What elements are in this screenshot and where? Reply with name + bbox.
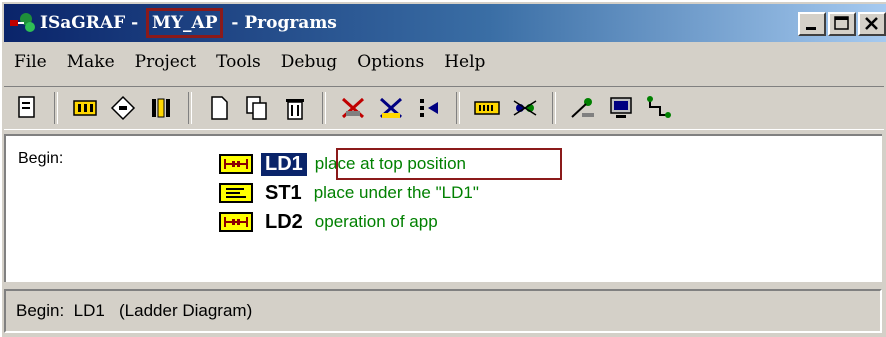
dictionary-icon[interactable] [70, 93, 100, 123]
program-name: LD2 [265, 210, 303, 233]
window-controls [798, 12, 886, 36]
menu-debug[interactable]: Debug [271, 52, 347, 72]
menu-options[interactable]: Options [347, 52, 434, 72]
section-label-begin: Begin: [18, 150, 64, 167]
toolbar-separator [54, 92, 58, 124]
io-connection-icon[interactable] [146, 93, 176, 123]
structured-text-icon [219, 183, 253, 203]
link-icon[interactable] [108, 93, 138, 123]
new-program-icon[interactable] [204, 93, 234, 123]
ladder-diagram-icon [219, 212, 253, 232]
isagraf-programs-window: ISaGRAF - MY_AP - Programs File Make Pro… [0, 0, 886, 337]
copy-icon[interactable] [242, 93, 272, 123]
close-button[interactable] [858, 12, 886, 36]
toolbar-separator [552, 92, 556, 124]
maximize-icon [834, 16, 849, 30]
program-item-ld2[interactable]: LD2 operation of app [219, 207, 438, 237]
minimize-button[interactable] [798, 12, 826, 36]
connect-icon[interactable] [644, 93, 674, 123]
menu-project[interactable]: Project [125, 52, 206, 72]
toolbar-separator [456, 92, 460, 124]
menu-bar: File Make Project Tools Debug Options He… [4, 44, 886, 80]
delete-icon[interactable] [280, 93, 310, 123]
status-bar: Begin: LD1 (Ladder Diagram) [4, 289, 882, 333]
toolbar [4, 86, 884, 130]
toolbar-separator [188, 92, 192, 124]
verify-icon[interactable] [376, 93, 406, 123]
maximize-button[interactable] [828, 12, 856, 36]
program-list[interactable]: Begin: LD1 place at top position ST1 pla… [4, 134, 882, 282]
close-icon [865, 17, 878, 30]
menu-make[interactable]: Make [57, 52, 125, 72]
isagraf-app-icon[interactable] [8, 10, 38, 36]
program-description: place under the "LD1" [313, 183, 479, 202]
program-description: operation of app [314, 212, 438, 231]
project-name-highlight: MY_AP [146, 8, 224, 38]
toolbar-separator [322, 92, 326, 124]
monitor-icon[interactable] [606, 93, 636, 123]
step-icon[interactable] [414, 93, 444, 123]
menu-tools[interactable]: Tools [206, 52, 271, 72]
download-icon[interactable] [568, 93, 598, 123]
debug-icon[interactable] [510, 93, 540, 123]
properties-icon[interactable] [12, 93, 42, 123]
program-item-st1[interactable]: ST1 place under the "LD1" [219, 178, 479, 208]
minimize-icon [806, 27, 816, 30]
program-name: ST1 [265, 181, 302, 204]
program-name: LD1 [261, 152, 307, 176]
window-title: ISaGRAF - MY_AP - Programs [40, 8, 337, 38]
title-bar[interactable]: ISaGRAF - MY_AP - Programs [4, 4, 886, 42]
ladder-diagram-icon [219, 154, 253, 174]
make-icon[interactable] [338, 93, 368, 123]
menu-file[interactable]: File [4, 52, 57, 72]
annotation-highlight-box [336, 148, 562, 180]
simulate-icon[interactable] [472, 93, 502, 123]
menu-help[interactable]: Help [434, 52, 495, 72]
